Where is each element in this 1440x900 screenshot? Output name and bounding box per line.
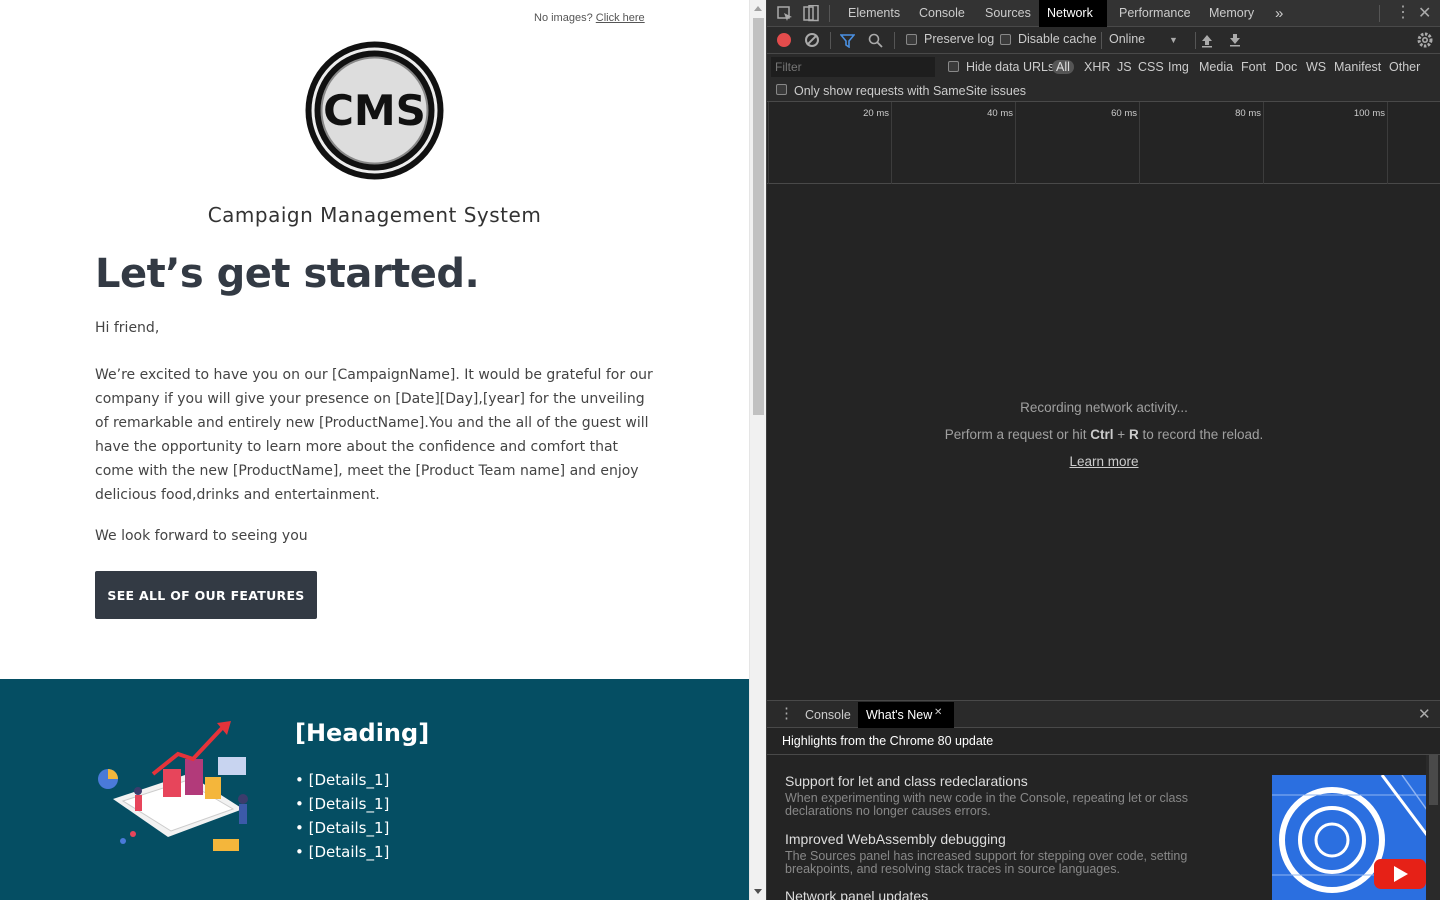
filter-type-ws[interactable]: WS <box>1306 60 1326 74</box>
scrollbar-thumb[interactable] <box>753 18 764 415</box>
preserve-log-checkbox[interactable] <box>906 34 917 45</box>
greeting: Hi friend, <box>95 320 160 336</box>
filter-type-manifest[interactable]: Manifest <box>1334 60 1381 74</box>
video-thumbnail[interactable] <box>1272 775 1427 900</box>
logo-text: CMS <box>323 86 426 135</box>
disable-cache-label: Disable cache <box>1018 32 1097 46</box>
network-timeline[interactable]: 20 ms 40 ms 60 ms 80 ms 100 ms <box>767 102 1440 184</box>
timeline-label: 40 ms <box>987 108 1013 119</box>
whats-new-title: Highlights from the Chrome 80 update <box>767 728 1440 755</box>
filter-type-media[interactable]: Media <box>1199 60 1233 74</box>
tab-network[interactable]: Network <box>1039 0 1107 27</box>
brand-name: Campaign Management System <box>207 203 542 227</box>
inspect-element-icon[interactable] <box>777 6 793 22</box>
band-heading: [Heading] <box>295 719 430 747</box>
hide-data-urls-label: Hide data URLs <box>966 60 1055 74</box>
filter-input[interactable] <box>771 57 935 77</box>
filter-icon[interactable] <box>840 33 855 48</box>
filter-type-doc[interactable]: Doc <box>1275 60 1297 74</box>
list-item: • [Details_1] <box>295 819 390 837</box>
filter-bar: Hide data URLs All XHR JS CSS Img Media … <box>767 54 1440 102</box>
tab-console[interactable]: Console <box>911 0 973 27</box>
record-icon[interactable] <box>777 33 791 47</box>
tab-sources[interactable]: Sources <box>977 0 1039 27</box>
import-har-icon[interactable] <box>1200 33 1214 48</box>
chrome-devtools-graphic <box>1272 775 1427 900</box>
throttle-select[interactable]: Online <box>1109 32 1145 46</box>
whats-new-heading[interactable]: Network panel updates <box>785 888 1245 900</box>
band-details-list: • [Details_1] • [Details_1] • [Details_1… <box>295 768 389 864</box>
reload-hint: Perform a request or hit Ctrl + R to rec… <box>944 427 1264 442</box>
chevron-down-icon[interactable]: ▼ <box>1169 35 1178 45</box>
filter-type-xhr[interactable]: XHR <box>1084 60 1110 74</box>
whats-new-desc: The Sources panel has increased support … <box>785 849 1188 876</box>
whats-new-item[interactable]: Improved WebAssembly debugging The Sourc… <box>785 831 1245 876</box>
device-toolbar-icon[interactable] <box>803 5 819 22</box>
filter-type-all[interactable]: All <box>1052 60 1074 74</box>
no-images-text: No images? <box>534 12 593 24</box>
devtools-tabbar: Elements Console Sources Network Perform… <box>767 0 1440 27</box>
scroll-down-arrow-icon[interactable] <box>754 889 762 894</box>
filter-type-css[interactable]: CSS <box>1138 60 1164 74</box>
drawer-menu-icon[interactable]: ⋮ <box>779 705 794 722</box>
close-drawer-icon[interactable]: ✕ <box>1418 705 1431 723</box>
whats-new-heading[interactable]: Improved WebAssembly debugging <box>785 831 1245 847</box>
devtools-panel: Elements Console Sources Network Perform… <box>766 0 1440 900</box>
timeline-label: 80 ms <box>1235 108 1261 119</box>
tab-memory[interactable]: Memory <box>1201 0 1262 27</box>
analytics-illustration <box>98 721 248 851</box>
disable-cache-checkbox[interactable] <box>1000 34 1011 45</box>
no-images-notice: No images? Click here <box>534 12 645 24</box>
list-item: • [Details_1] <box>295 795 390 813</box>
preserve-log-label: Preserve log <box>924 32 995 46</box>
gear-icon[interactable] <box>1417 32 1433 48</box>
export-har-icon[interactable] <box>1228 32 1242 47</box>
hide-data-urls-checkbox[interactable] <box>948 61 959 72</box>
network-empty-state: Recording network activity... Perform a … <box>767 400 1440 469</box>
drawer-tabbar: ⋮ Console What's New ✕ ✕ <box>767 700 1440 728</box>
whats-new-item[interactable]: Network panel updates <box>785 888 1245 900</box>
see-features-button[interactable]: SEE ALL OF OUR FEATURES <box>95 571 317 619</box>
list-item: • [Details_1] <box>295 843 390 861</box>
close-devtools-icon[interactable]: ✕ <box>1418 3 1431 23</box>
tab-performance[interactable]: Performance <box>1111 0 1199 27</box>
scroll-up-arrow-icon[interactable] <box>754 6 762 11</box>
samesite-label: Only show requests with SameSite issues <box>794 84 1027 98</box>
feature-band: [Heading] • [Details_1] • [Details_1] • … <box>0 679 749 900</box>
whats-new-heading[interactable]: Support for let and class redeclarations <box>785 773 1245 789</box>
tab-elements[interactable]: Elements <box>840 0 908 27</box>
drawer-scrollbar[interactable] <box>1426 755 1440 900</box>
close-tab-icon[interactable]: ✕ <box>934 707 942 718</box>
closing-line: We look forward to seeing you <box>95 528 308 544</box>
timeline-label: 60 ms <box>1111 108 1137 119</box>
recording-message: Recording network activity... <box>1020 400 1188 415</box>
headline: Let’s get started. <box>95 251 480 297</box>
body-paragraph: We’re excited to have you on our [Campai… <box>95 367 653 503</box>
click-here-link[interactable]: Click here <box>596 12 645 24</box>
search-icon[interactable] <box>868 33 883 48</box>
clear-icon[interactable] <box>805 33 819 47</box>
whats-new-desc: When experimenting with new code in the … <box>785 791 1188 818</box>
learn-more-link[interactable]: Learn more <box>767 454 1440 469</box>
kebab-menu-icon[interactable]: ⋮ <box>1395 4 1411 22</box>
samesite-checkbox[interactable] <box>776 84 787 95</box>
drawer-tab-console[interactable]: Console <box>797 702 859 728</box>
filter-type-font[interactable]: Font <box>1241 60 1266 74</box>
whats-new-item[interactable]: Support for let and class redeclarations… <box>785 773 1245 818</box>
network-toolbar: Preserve log Disable cache Online ▼ <box>767 27 1440 54</box>
email-scrollbar[interactable] <box>749 0 766 900</box>
filter-type-other[interactable]: Other <box>1389 60 1420 74</box>
timeline-label: 20 ms <box>863 108 889 119</box>
list-item: • [Details_1] <box>295 771 390 789</box>
email-preview: No images? Click here CMS Campaign Manag… <box>0 0 749 900</box>
filter-type-img[interactable]: Img <box>1168 60 1189 74</box>
filter-type-js[interactable]: JS <box>1117 60 1132 74</box>
timeline-label: 100 ms <box>1353 108 1385 119</box>
more-tabs-icon[interactable]: » <box>1267 0 1291 27</box>
cms-logo: CMS <box>305 41 444 180</box>
